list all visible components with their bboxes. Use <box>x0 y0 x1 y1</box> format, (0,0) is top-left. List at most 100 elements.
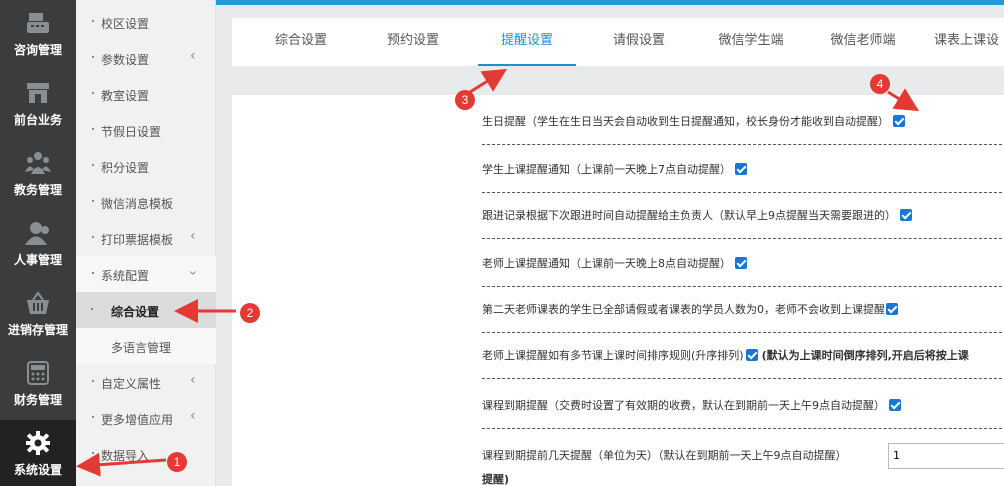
nav-hr-label: 人事管理 <box>13 253 62 267</box>
tab-general[interactable]: 综合设置 <box>254 18 348 66</box>
submenu-params-label: 参数设置 <box>101 53 150 67</box>
setting-row-followup: 跟进记录根据下次跟进时间自动提醒给主负责人（默认早上9点提醒当天需要跟进的） <box>482 191 1004 239</box>
submenu-print-template[interactable]: 打印票据模板 ‹ <box>76 220 216 256</box>
setting-label: 老师上课提醒如有多节课上课时间排序规则(升序排列) <box>482 349 744 362</box>
submenu-more-apps-label: 更多增值应用 <box>101 413 174 427</box>
submenu-wechat-template[interactable]: 微信消息模板 <box>76 184 216 220</box>
chevron-left-icon: ‹ <box>190 372 196 388</box>
submenu-points[interactable]: 积分设置 <box>76 148 216 184</box>
tab-leave[interactable]: 请假设置 <box>592 18 686 66</box>
submenu-holiday-label: 节假日设置 <box>101 125 162 139</box>
submenu-multilang[interactable]: 多语言管理 <box>76 328 216 364</box>
setting-row-birthday: 生日提醒（学生在生日当天会自动收到生日提醒通知，校长身份才能收到自动提醒） <box>482 97 1004 145</box>
calculator-icon <box>24 360 52 388</box>
submenu-custom-attr-label: 自定义属性 <box>101 377 162 391</box>
followup-reminder-checkbox[interactable] <box>900 209 912 221</box>
submenu-general-settings-label: 综合设置 <box>111 305 160 319</box>
course-expiry-checkbox[interactable] <box>889 399 901 411</box>
submenu-print-template-label: 打印票据模板 <box>101 233 174 247</box>
people-group-icon <box>24 150 52 178</box>
submenu-custom-attr[interactable]: 自定义属性 ‹ <box>76 364 216 400</box>
annotation-badge-4: 4 <box>870 74 890 94</box>
teacher-class-reminder-checkbox[interactable] <box>735 257 747 269</box>
bullet-icon <box>92 452 94 454</box>
submenu-multilang-label: 多语言管理 <box>111 341 172 355</box>
nav-inventory-label: 进销存管理 <box>7 323 68 337</box>
setting-label-expiry-days-cont: 提醒) <box>482 473 510 486</box>
sort-rule-checkbox[interactable] <box>745 349 758 361</box>
chevron-left-icon: ‹ <box>190 48 196 64</box>
submenu-points-label: 积分设置 <box>101 161 150 175</box>
bullet-icon <box>92 200 94 202</box>
nav-consult[interactable]: 咨询管理 <box>0 0 76 70</box>
nav-finance[interactable]: 财务管理 <box>0 350 76 420</box>
bullet-icon <box>92 272 94 274</box>
birthday-reminder-checkbox[interactable] <box>893 115 905 127</box>
register-icon <box>24 10 52 38</box>
bullet-icon <box>92 56 94 58</box>
submenu-data-import-label: 数据导入 <box>101 449 150 463</box>
nav-frontdesk[interactable]: 前台业务 <box>0 70 76 140</box>
tab-wechat-teacher[interactable]: 微信老师端 <box>816 18 910 66</box>
bullet-icon <box>92 128 94 130</box>
submenu-campus-label: 校区设置 <box>101 17 150 31</box>
nav-consult-label: 咨询管理 <box>13 43 62 57</box>
submenu-classroom-label: 教室设置 <box>101 89 150 103</box>
tab-wechat-student[interactable]: 微信学生端 <box>704 18 798 66</box>
setting-label: 生日提醒（学生在生日当天会自动收到生日提醒通知，校长身份才能收到自动提醒） <box>482 115 889 128</box>
setting-label: 老师上课提醒通知（上课前一天晚上8点自动提醒） <box>482 257 731 270</box>
setting-label: 学生上课提醒通知（上课前一天晚上7点自动提醒） <box>482 163 731 176</box>
setting-row-no-students: 第二天老师课表的学生已全部请假或者课表的学员人数为0，老师不会收到上课提醒 <box>482 285 1004 333</box>
setting-label: 课程到期提醒（交费时设置了有效期的收费，默认在到期前一天上午9点自动提醒） <box>482 399 885 412</box>
main-sidebar: 咨询管理 前台业务 教务管理 人事管理 进销存管理 财务管理 系统设置 <box>0 0 76 486</box>
tab-schedule[interactable]: 课表上课设 <box>928 18 1004 66</box>
submenu-more-apps[interactable]: 更多增值应用 ‹ <box>76 400 216 436</box>
nav-academic-label: 教务管理 <box>13 183 62 197</box>
submenu-wechat-template-label: 微信消息模板 <box>101 197 174 211</box>
nav-hr[interactable]: 人事管理 <box>0 210 76 280</box>
setting-row-teacher-class: 老师上课提醒通知（上课前一天晚上8点自动提醒） <box>482 239 1004 287</box>
nav-frontdesk-label: 前台业务 <box>13 113 62 127</box>
nav-settings-label: 系统设置 <box>13 463 62 477</box>
setting-row-sort-rule: 老师上课提醒如有多节课上课时间排序规则(升序排列) (默认为上课时间倒序排列,开启… <box>482 331 1004 379</box>
setting-row-student-class: 学生上课提醒通知（上课前一天晚上7点自动提醒） <box>482 145 1004 193</box>
bullet-icon <box>91 308 93 310</box>
nav-inventory[interactable]: 进销存管理 <box>0 280 76 350</box>
store-icon <box>24 80 52 108</box>
settings-submenu: 校区设置 参数设置 ‹ 教室设置 节假日设置 积分设置 微信消息模板 打印票据模板… <box>76 0 216 486</box>
tab-reminder[interactable]: 提醒设置 <box>478 18 576 66</box>
submenu-classroom[interactable]: 教室设置 <box>76 76 216 112</box>
reminder-settings-panel: 生日提醒（学生在生日当天会自动收到生日提醒通知，校长身份才能收到自动提醒） 学生… <box>232 95 1004 486</box>
nav-finance-label: 财务管理 <box>13 393 62 407</box>
submenu-params[interactable]: 参数设置 ‹ <box>76 40 216 76</box>
setting-label: 第二天老师课表的学生已全部请假或者课表的学员人数为0，老师不会收到上课提醒 <box>482 303 885 316</box>
tab-booking[interactable]: 预约设置 <box>366 18 460 66</box>
submenu-system-config[interactable]: 系统配置 ‹ <box>76 256 216 292</box>
submenu-campus[interactable]: 校区设置 <box>76 4 216 40</box>
settings-tab-bar: 综合设置 预约设置 提醒设置 请假设置 微信学生端 微信老师端 课表上课设 <box>232 18 1004 66</box>
setting-label-expiry-days: 课程到期提前几天提醒（单位为天）（默认在到期前一天上午9点自动提醒） <box>482 449 847 462</box>
bullet-icon <box>92 20 94 22</box>
bullet-icon <box>92 380 94 382</box>
chevron-left-icon: ‹ <box>190 408 196 424</box>
setting-row-course-expiry: 课程到期提醒（交费时设置了有效期的收费，默认在到期前一天上午9点自动提醒） <box>482 381 1004 429</box>
no-students-reminder-checkbox[interactable] <box>886 303 898 315</box>
bullet-icon <box>92 236 94 238</box>
annotation-badge-1: 1 <box>167 452 187 472</box>
student-class-reminder-checkbox[interactable] <box>735 163 747 175</box>
bullet-icon <box>92 164 94 166</box>
nav-academic[interactable]: 教务管理 <box>0 140 76 210</box>
nav-settings[interactable]: 系统设置 <box>0 420 76 486</box>
person-icon <box>24 220 52 248</box>
annotation-badge-2: 2 <box>240 303 260 323</box>
bullet-icon <box>92 92 94 94</box>
bullet-icon <box>92 416 94 418</box>
submenu-data-import[interactable]: 数据导入 <box>76 436 216 472</box>
chevron-left-icon: ‹ <box>190 228 196 244</box>
basket-icon <box>24 290 52 318</box>
expiry-days-input[interactable]: 1 <box>888 443 1004 469</box>
setting-label: 跟进记录根据下次跟进时间自动提醒给主负责人（默认早上9点提醒当天需要跟进的） <box>482 209 896 222</box>
chevron-down-icon: ‹ <box>184 270 201 276</box>
submenu-general-settings[interactable]: 综合设置 <box>76 292 216 328</box>
submenu-holiday[interactable]: 节假日设置 <box>76 112 216 148</box>
